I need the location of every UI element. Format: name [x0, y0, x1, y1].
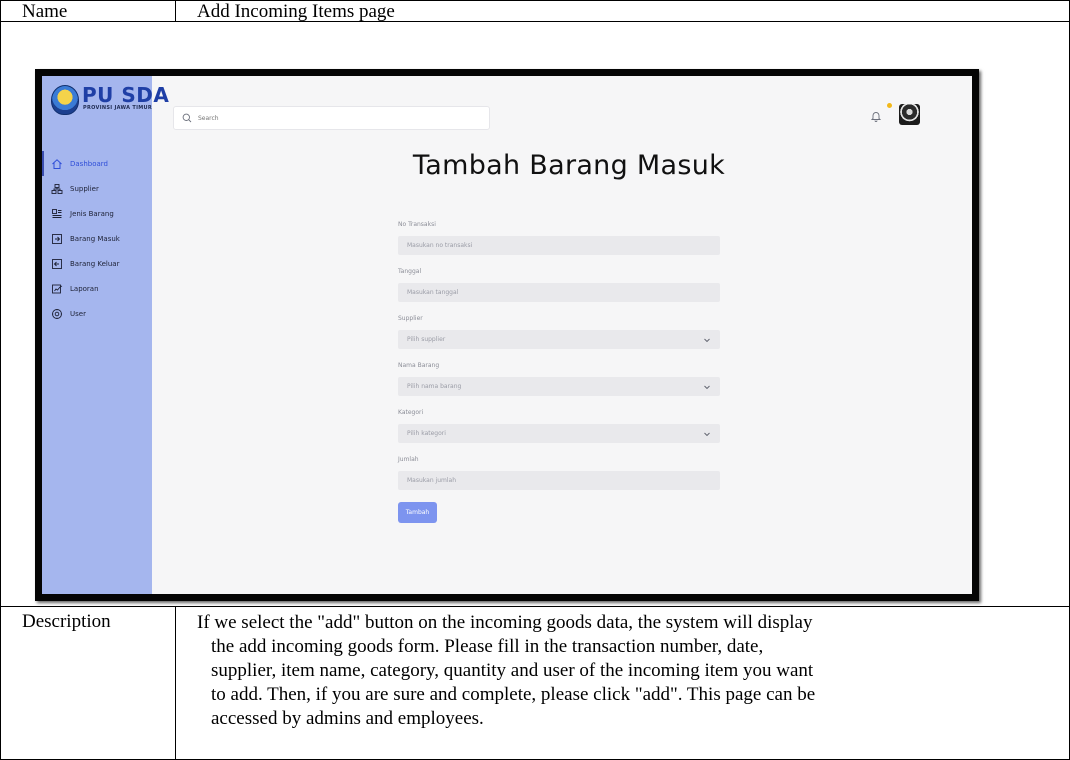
- sidebar-nav: Dashboard Supplier Jenis Barang Barang M…: [42, 151, 152, 326]
- transaction-number-input[interactable]: Masukan no transaksi: [398, 236, 720, 255]
- province-emblem-icon: [51, 85, 79, 115]
- description-line: supplier, item name, category, quantity …: [211, 660, 814, 681]
- item-type-icon: [51, 208, 63, 220]
- report-icon: [51, 283, 63, 295]
- sidebar-item-label: Dashboard: [70, 159, 108, 168]
- category-label: Kategori: [398, 409, 424, 416]
- description-line: the add incoming goods form. Please fill…: [211, 636, 764, 657]
- name-label: Name: [22, 1, 68, 22]
- sidebar-item-user[interactable]: User: [42, 301, 152, 326]
- screenshot-cell: PU SDA PROVINSI JAWA TIMUR Dashboard Sup…: [0, 21, 1070, 607]
- transaction-number-placeholder: Masukan no transaksi: [407, 242, 473, 249]
- date-label: Tanggal: [398, 268, 422, 275]
- sidebar-item-label: Laporan: [70, 284, 99, 293]
- description-value-cell: If we select the "add" button on the inc…: [175, 606, 1070, 760]
- supplier-label: Supplier: [398, 315, 423, 322]
- name-value-cell: Add Incoming Items page: [175, 0, 1070, 22]
- sidebar-item-label: Barang Masuk: [70, 234, 120, 243]
- search-icon: [182, 113, 192, 123]
- quantity-label: Jumlah: [398, 456, 419, 463]
- sidebar-item-label: User: [70, 309, 86, 318]
- home-icon: [51, 158, 63, 170]
- supplier-placeholder: Pilih supplier: [407, 336, 446, 343]
- sidebar-item-laporan[interactable]: Laporan: [42, 276, 152, 301]
- description-line: If we select the "add" button on the inc…: [197, 612, 813, 633]
- document-table: Name Add Incoming Items page PU SDA PROV…: [0, 0, 1070, 760]
- chevron-down-icon: [703, 336, 711, 344]
- category-select[interactable]: Pilih kategori: [398, 424, 720, 443]
- avatar[interactable]: [899, 104, 920, 125]
- sidebar-item-label: Jenis Barang: [70, 209, 114, 218]
- sidebar-item-dashboard[interactable]: Dashboard: [42, 151, 152, 176]
- sidebar-item-label: Supplier: [70, 184, 99, 193]
- add-incoming-goods-form: No Transaksi Masukan no transaksi Tangga…: [398, 220, 720, 523]
- outgoing-goods-icon: [51, 258, 63, 270]
- category-placeholder: Pilih kategori: [407, 430, 446, 437]
- app-screenshot: PU SDA PROVINSI JAWA TIMUR Dashboard Sup…: [35, 69, 979, 601]
- supplier-icon: [51, 183, 63, 195]
- search-bar[interactable]: [173, 106, 490, 130]
- item-name-select[interactable]: Pilih nama barang: [398, 377, 720, 396]
- item-name-label: Nama Barang: [398, 362, 440, 369]
- sidebar-item-jenis-barang[interactable]: Jenis Barang: [42, 201, 152, 226]
- description-line: accessed by admins and employees.: [211, 708, 484, 729]
- logo-subtitle: PROVINSI JAWA TIMUR: [83, 105, 153, 111]
- quantity-placeholder: Masukan jumlah: [407, 477, 456, 484]
- sidebar-item-label: Barang Keluar: [70, 259, 120, 268]
- name-label-cell: Name: [0, 0, 176, 22]
- chevron-down-icon: [703, 383, 711, 391]
- description-line: to add. Then, if you are sure and comple…: [211, 684, 816, 705]
- supplier-select[interactable]: Pilih supplier: [398, 330, 720, 349]
- logo-title: PU SDA: [82, 83, 170, 107]
- transaction-number-label: No Transaksi: [398, 221, 436, 228]
- sidebar-item-barang-keluar[interactable]: Barang Keluar: [42, 251, 152, 276]
- item-name-placeholder: Pilih nama barang: [407, 383, 462, 390]
- sidebar: PU SDA PROVINSI JAWA TIMUR Dashboard Sup…: [42, 76, 169, 594]
- date-placeholder: Masukan tanggal: [407, 289, 459, 296]
- description-label: Description: [22, 611, 111, 632]
- search-input[interactable]: [198, 114, 478, 122]
- bell-icon[interactable]: [870, 110, 882, 122]
- sidebar-item-supplier[interactable]: Supplier: [42, 176, 152, 201]
- tambah-button[interactable]: Tambah: [398, 502, 437, 523]
- incoming-goods-icon: [51, 233, 63, 245]
- app-logo[interactable]: PU SDA PROVINSI JAWA TIMUR: [51, 83, 169, 115]
- page-title: Tambah Barang Masuk: [412, 150, 726, 181]
- user-gear-icon: [51, 308, 63, 320]
- description-label-cell: Description: [0, 606, 176, 760]
- sidebar-item-barang-masuk[interactable]: Barang Masuk: [42, 226, 152, 251]
- description-text: If we select the "add" button on the inc…: [176, 607, 1069, 731]
- name-value: Add Incoming Items page: [197, 1, 395, 22]
- date-input[interactable]: Masukan tanggal: [398, 283, 720, 302]
- quantity-input[interactable]: Masukan jumlah: [398, 471, 720, 490]
- chevron-down-icon: [703, 430, 711, 438]
- notification-dot: [887, 103, 892, 108]
